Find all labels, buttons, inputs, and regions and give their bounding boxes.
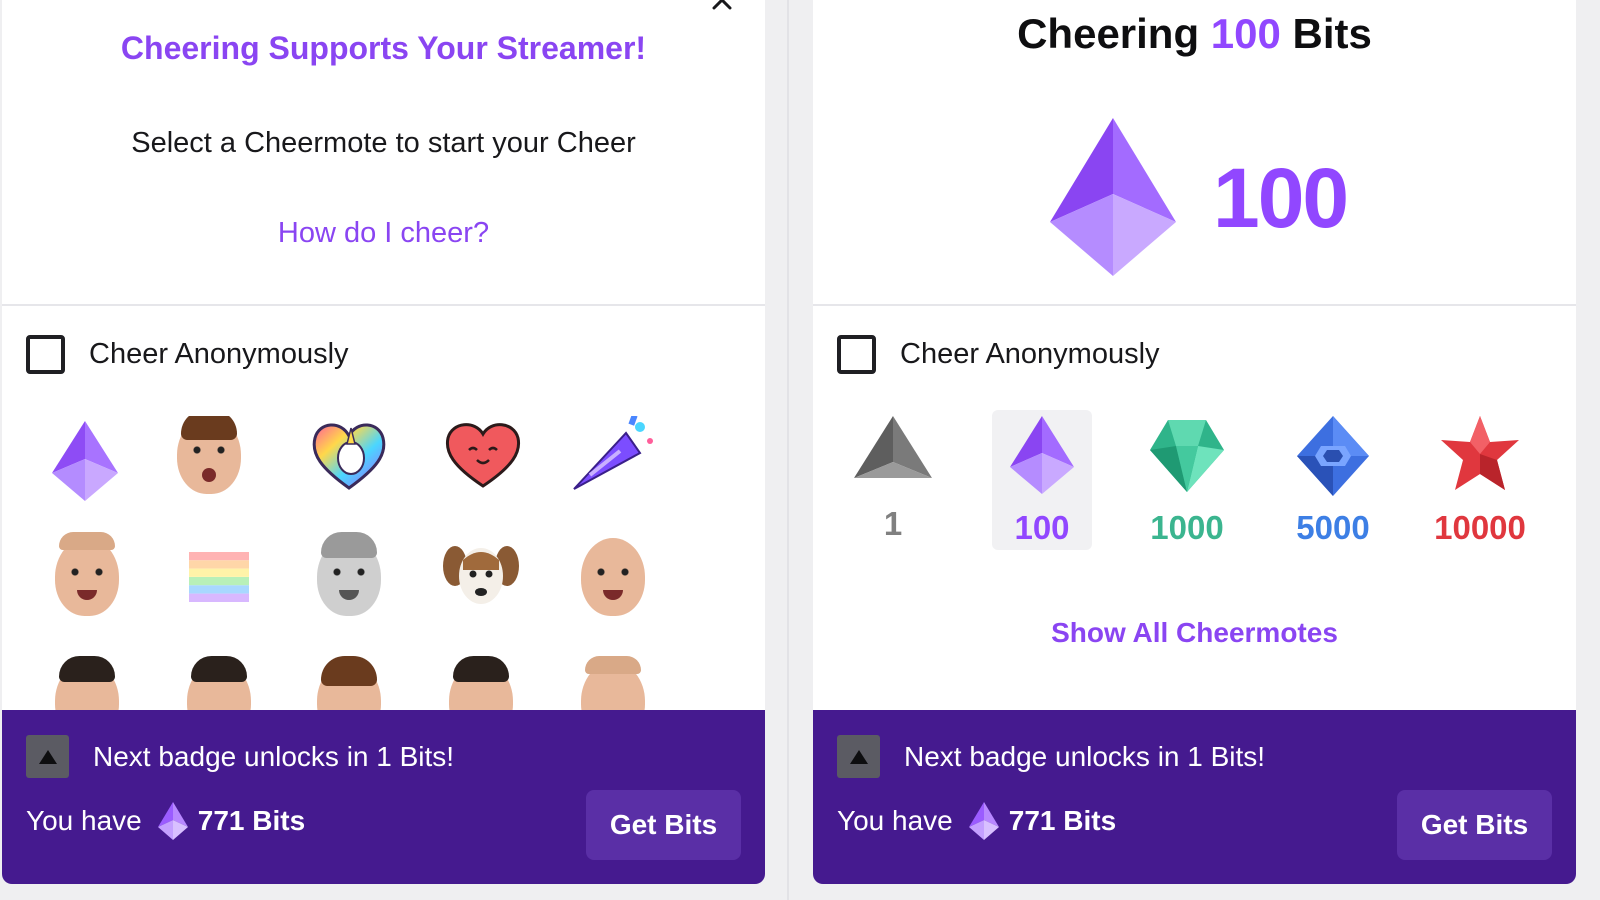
tier-5000[interactable]: 5000	[1283, 410, 1383, 550]
face-emote-icon[interactable]	[568, 656, 658, 711]
panel-header: Cheering 100 Bits 100	[813, 0, 1576, 306]
tier-amount: 10000	[1434, 509, 1526, 546]
dog-emote-icon[interactable]	[436, 530, 526, 620]
blue-gem-icon	[1297, 416, 1369, 496]
anonymous-checkbox[interactable]	[837, 334, 876, 374]
surprised-face-emote-icon[interactable]	[164, 416, 254, 500]
badge-icon	[26, 735, 69, 778]
face-emote-icon[interactable]	[304, 656, 394, 711]
tier-1000[interactable]: 1000	[1137, 410, 1237, 550]
bits-gem-icon	[968, 802, 999, 840]
tier-amount: 1000	[1150, 509, 1224, 546]
smiling-heart-emote-icon[interactable]	[438, 416, 528, 500]
tier-amount: 1	[883, 505, 903, 542]
party-popper-emote-icon[interactable]	[568, 416, 658, 498]
anonymous-label: Cheer Anonymously	[900, 337, 1160, 370]
grey-face-emote-icon[interactable]	[304, 532, 394, 622]
you-have-label: You have	[837, 805, 953, 836]
badge-progress: Next badge unlocks in 1 Bits!	[837, 735, 1265, 778]
how-to-cheer-link[interactable]: How do I cheer?	[2, 217, 765, 250]
anonymous-label: Cheer Anonymously	[89, 337, 349, 370]
face-emote-icon[interactable]	[42, 656, 132, 711]
panel-header: Cheering Supports Your Streamer! Select …	[2, 0, 765, 306]
bits-balance-row: You have 771 Bits	[837, 802, 1116, 840]
tier-100[interactable]: 100	[992, 410, 1092, 550]
you-have-label: You have	[26, 805, 142, 836]
badge-icon	[837, 735, 880, 778]
bits-balance-row: You have 771 Bits	[26, 802, 305, 840]
bits-gem-icon[interactable]	[40, 416, 130, 506]
anonymous-row[interactable]: Cheer Anonymously	[26, 334, 349, 374]
purple-gem-icon	[1050, 118, 1176, 276]
face-emote-icon[interactable]	[436, 656, 526, 711]
cheer-amount-panel: Cheering 100 Bits 100 Cheer Anonymously …	[813, 0, 1576, 884]
red-star-gem-icon	[1441, 416, 1519, 490]
tier-amount: 100	[1014, 509, 1070, 546]
cheer-select-panel: Cheering Supports Your Streamer! Select …	[2, 0, 765, 884]
badge-text: Next badge unlocks in 1 Bits!	[93, 740, 455, 772]
tier-10000[interactable]: 10000	[1430, 410, 1530, 550]
purple-gem-icon	[1010, 416, 1074, 494]
bits-footer: Next badge unlocks in 1 Bits! You have 7…	[813, 710, 1576, 884]
selected-amount: 100	[1213, 151, 1349, 245]
anonymous-row[interactable]: Cheer Anonymously	[837, 334, 1160, 374]
cheer-title-suffix: Bits	[1292, 10, 1372, 57]
bits-balance: 771 Bits	[1008, 805, 1117, 836]
panel-divider	[787, 0, 789, 900]
face-emote-icon[interactable]	[174, 656, 264, 711]
cheer-title-prefix: Cheering	[1017, 10, 1200, 57]
bits-gem-icon	[157, 802, 188, 840]
instruction-text: Select a Cheermote to start your Cheer	[131, 127, 636, 159]
cheer-title-amount: 100	[1210, 10, 1281, 57]
tier-amount: 5000	[1296, 509, 1370, 546]
rainbow-flag-emote-icon[interactable]	[174, 532, 264, 622]
get-bits-button[interactable]: Get Bits	[1397, 790, 1552, 860]
unicorn-heart-emote-icon[interactable]	[304, 416, 394, 500]
show-all-cheermotes-link[interactable]: Show All Cheermotes	[813, 617, 1576, 649]
grey-triangle-gem-icon	[854, 416, 932, 478]
badge-progress: Next badge unlocks in 1 Bits!	[26, 735, 454, 778]
get-bits-button[interactable]: Get Bits	[586, 790, 741, 860]
anonymous-checkbox[interactable]	[26, 334, 65, 374]
support-title: Cheering Supports Your Streamer!	[120, 30, 647, 66]
badge-text: Next badge unlocks in 1 Bits!	[904, 740, 1266, 772]
tier-1[interactable]: 1	[843, 410, 943, 550]
cheermote-grid	[2, 416, 765, 711]
thumbs-up-man-emote-icon[interactable]	[42, 532, 132, 622]
waving-woman-emote-icon[interactable]	[568, 532, 658, 622]
cheer-title: Cheering 100 Bits	[813, 10, 1576, 58]
bits-balance: 771 Bits	[197, 805, 306, 836]
bits-footer: Next badge unlocks in 1 Bits! You have 7…	[2, 710, 765, 884]
green-gem-icon	[1150, 420, 1224, 492]
